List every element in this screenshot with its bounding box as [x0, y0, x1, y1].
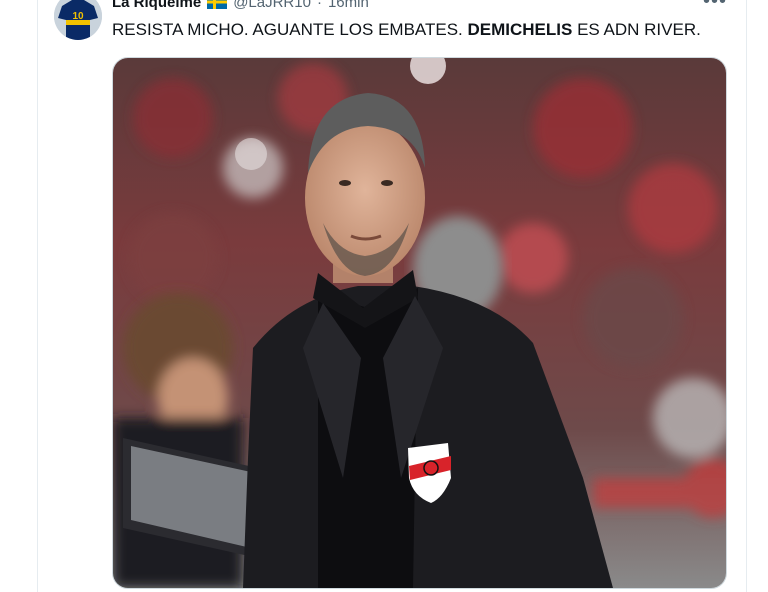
more-options-button[interactable]: •••: [698, 0, 732, 16]
avatar-number: 10: [72, 11, 84, 22]
tweet-text-bold: DEMICHELIS: [467, 20, 573, 39]
sweden-flag-icon: [207, 0, 228, 9]
tweet-timestamp[interactable]: 16min: [328, 0, 369, 11]
author-name[interactable]: La Riquelme: [112, 0, 201, 11]
separator-dot: ·: [316, 0, 322, 11]
tweet-text-prefix: RESISTA MICHO. AGUANTE LOS EMBATES.: [112, 20, 468, 39]
photo-image: [113, 58, 726, 588]
tweet-photo[interactable]: [112, 57, 727, 589]
tweet-text: RESISTA MICHO. AGUANTE LOS EMBATES. DEMI…: [112, 18, 701, 42]
author-handle[interactable]: @LaJRR10: [233, 0, 311, 11]
tweet-text-suffix: ES ADN RIVER.: [572, 20, 701, 39]
tweet-header: La Riquelme @LaJRR10 · 16min: [112, 0, 369, 12]
